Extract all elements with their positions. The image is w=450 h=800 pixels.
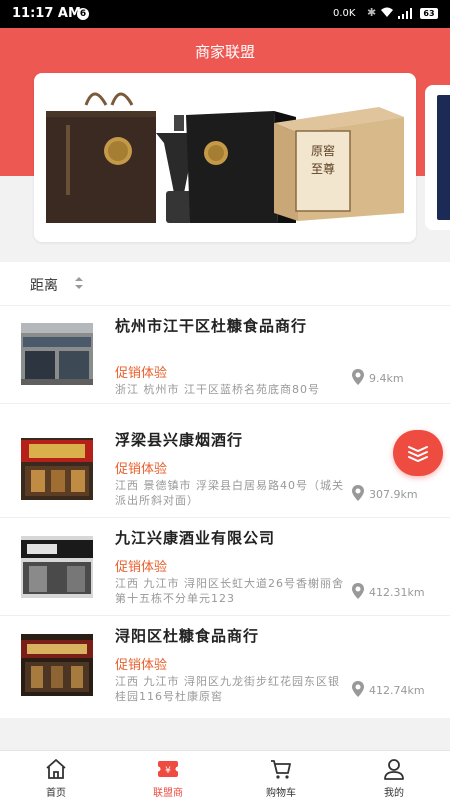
tab-home[interactable]: 首页 [0,751,112,800]
signal-icon [398,8,412,19]
store-promo: 促销体验 [115,560,168,575]
svg-text:原窖: 原窖 [311,143,335,158]
page-title: 商家联盟 [194,43,255,61]
net-speed: 0.0K [333,8,356,19]
store-distance: 412.31km [369,586,425,599]
store-address: 浙江 杭州市 江干区蓝桥名苑底商80号 [115,383,320,396]
status-bar: 11:17 AM 6 0.0K ✱ 63 [0,0,450,28]
bluetooth-icon: ✱ [367,6,377,19]
store-name: 浮梁县兴康烟酒行 [115,431,244,449]
store-item[interactable]: 浔阳区杜糠食品商行 促销体验 江西 九江市 浔阳区九龙街步红花园东区银桂园116… [0,616,450,714]
store-address: 江西 九江市 浔阳区九龙街步红花园东区银桂园116号杜康原窖 [115,675,340,703]
tab-cart[interactable]: 购物车 [225,751,337,800]
wifi-icon [381,7,393,17]
tab-profile[interactable]: 我的 [338,751,450,800]
battery-icon: 63 [420,8,438,19]
store-name: 浔阳区杜糠食品商行 [115,627,260,645]
location-pin-icon [352,681,364,697]
tab-label: 我的 [384,788,404,799]
store-photo [21,438,93,500]
svg-text:¥: ¥ [165,766,171,776]
store-photo [21,323,93,385]
store-item[interactable]: 九江兴康酒业有限公司 促销体验 江西 九江市 浔阳区长虹大道26号香榭丽舍第十五… [0,518,450,616]
store-promo: 促销体验 [115,462,168,477]
sort-distance-button[interactable]: 距离 [30,275,58,295]
store-name: 九江兴康酒业有限公司 [115,529,276,547]
bottom-tab-bar: 首页 ¥ 联盟商 购物车 我的 [0,750,450,800]
home-icon [46,759,66,779]
location-pin-icon [352,583,364,599]
liquor-gift-box-image: 原窖 至尊 [46,92,404,223]
store-item[interactable]: 杭州市江干区杜糠食品商行 促销体验 浙江 杭州市 江干区蓝桥名苑底商80号 9.… [0,306,450,404]
tab-label: 首页 [46,788,66,799]
tab-label: 联盟商 [153,788,183,799]
store-promo: 促销体验 [115,658,168,673]
notification-icon: 6 [77,8,89,20]
store-address: 江西 九江市 浔阳区长虹大道26号香榭丽舍第十五栋不分单元123 [115,577,344,605]
location-pin-icon [352,485,364,501]
user-icon [384,759,404,780]
store-list: 杭州市江干区杜糠食品商行 促销体验 浙江 杭州市 江干区蓝桥名苑底商80号 9.… [0,306,450,718]
svg-text:至尊: 至尊 [311,161,335,176]
store-distance: 307.9km [369,488,418,501]
location-pin-icon [352,369,364,385]
store-item[interactable]: 浮梁县兴康烟酒行 促销体验 江西 景德镇市 浮梁县白居易路40号（城关派出所斜对… [0,420,450,518]
ticket-icon: ¥ [157,761,179,777]
status-time: 11:17 AM [12,6,81,21]
store-distance: 9.4km [369,372,404,385]
store-promo: 促销体验 [115,366,168,381]
floating-menu-button[interactable] [393,430,443,476]
store-name: 杭州市江干区杜糠食品商行 [115,317,308,335]
store-photo [21,536,93,598]
store-photo [21,634,93,696]
tab-label: 购物车 [266,788,296,799]
sort-bar: 距离 [0,262,450,306]
cart-icon [271,760,291,779]
store-distance: 412.74km [369,684,425,697]
tab-alliance[interactable]: ¥ 联盟商 [112,751,224,800]
store-address: 江西 景德镇市 浮梁县白居易路40号（城关派出所斜对面） [115,479,344,507]
banner-next-slide[interactable] [425,85,450,230]
banner-slide[interactable]: 原窖 至尊 [34,73,416,242]
sort-arrows-icon[interactable] [74,276,84,290]
chevrons-down-icon [408,446,428,463]
